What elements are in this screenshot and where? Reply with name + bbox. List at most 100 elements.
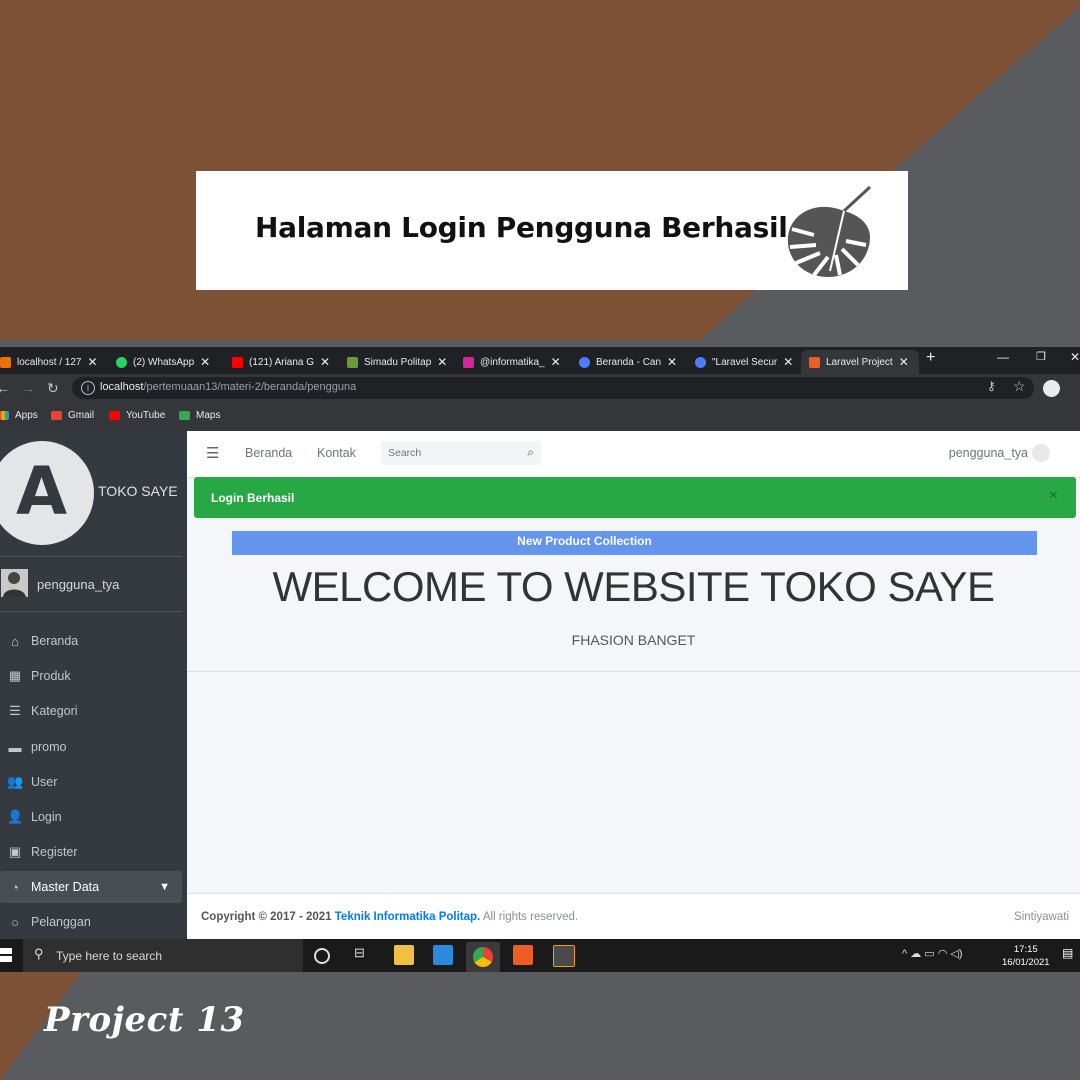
tab-favicon-icon [0, 356, 11, 368]
home-icon: ⌂ [11, 633, 19, 649]
instagram-icon [463, 356, 474, 368]
alert-text: Login Berhasil [211, 491, 295, 505]
file-explorer-icon[interactable] [394, 945, 414, 965]
sidebar-item-label: Pelanggan [31, 915, 91, 929]
list-icon: ☰ [9, 703, 21, 718]
menu-dots-icon[interactable]: ⋮ [1074, 379, 1080, 396]
circle-icon: ○ [11, 914, 19, 930]
sidebar-item-user[interactable]: 👥 User [0, 767, 182, 797]
grid-icon: ▦ [8, 668, 22, 683]
close-icon[interactable]: ✕ [783, 355, 793, 369]
search-icon: ⚲ [34, 946, 44, 961]
tab-label: (2) WhatsApp [133, 356, 195, 368]
footer-copyright: Copyright © 2017 - 2021 Teknik Informati… [201, 911, 578, 923]
divider [0, 611, 182, 612]
sidebar-item-promo[interactable]: ▬ promo [0, 732, 182, 762]
welcome-heading: WELCOME TO WEBSITE TOKO SAYE [272, 563, 995, 610]
tab-label: Beranda - Can [596, 356, 662, 368]
taskbar-search-input[interactable]: ⚲ Type here to search [23, 939, 303, 972]
account-name[interactable]: pengguna_tya [949, 446, 1028, 460]
sidebar-item-register[interactable]: ▣ Register [0, 837, 182, 867]
close-icon[interactable]: ✕ [899, 355, 909, 369]
reload-icon[interactable]: ↻ [47, 380, 59, 397]
sidebar-item-label: Kategori [31, 704, 78, 718]
copyright-text: Copyright © 2017 - 2021 [201, 911, 332, 923]
chrome-taskbar-item[interactable] [466, 942, 500, 972]
brand-name[interactable]: TOKO SAYE [98, 483, 178, 499]
sidebar-item-kategori[interactable]: ☰ Kategori [0, 696, 182, 726]
taskbar-clock[interactable]: 17:15 16/01/2021 [1002, 943, 1050, 969]
sidebar-item-master-data[interactable]: ◔ Master Data ▼ [0, 871, 182, 903]
nav-link-kontak[interactable]: Kontak [317, 446, 356, 460]
sidebar-item-beranda[interactable]: ⌂ Beranda [0, 626, 182, 656]
success-alert: Login Berhasil × [194, 477, 1076, 518]
forward-icon[interactable]: → [21, 380, 35, 396]
apps-icon [0, 411, 9, 420]
clock-time: 17:15 [1013, 944, 1038, 955]
close-icon[interactable]: ✕ [200, 355, 210, 369]
sidebar-item-label: User [31, 775, 58, 789]
close-icon[interactable]: ✕ [88, 355, 98, 369]
browser-tab[interactable]: @informatika_ ✕ [463, 350, 567, 374]
bookmark-gmail[interactable]: Gmail [51, 410, 94, 421]
info-icon[interactable]: i [81, 381, 95, 395]
close-icon[interactable]: ✕ [551, 355, 561, 369]
id-card-icon: ▣ [8, 844, 22, 859]
browser-tab-active[interactable]: Laravel Project ✕ [801, 350, 919, 374]
restore-icon[interactable]: ❐ [1036, 350, 1046, 363]
chrome-icon [473, 947, 493, 967]
search-input[interactable]: Search ⌕ [381, 441, 541, 465]
sidebar-item-label: Login [31, 810, 62, 824]
avatar[interactable] [1, 569, 28, 597]
notification-icon[interactable]: ▤ [1062, 947, 1073, 960]
tray-icons[interactable]: ^ ☁ ▭ ◠ ◁) [902, 948, 963, 961]
key-icon[interactable]: ⚷ [987, 379, 996, 393]
tab-label: Laravel Project [826, 356, 893, 368]
bookmark-maps[interactable]: Maps [179, 410, 220, 421]
title-banner: Halaman Login Pengguna Berhasil [196, 171, 908, 290]
task-view-icon[interactable]: ⊟ [354, 945, 374, 965]
browser-tab[interactable]: Simadu Politap ✕ [347, 350, 451, 374]
monstera-leaf-icon [787, 185, 872, 277]
footer-author: Sintiyawati [1014, 911, 1069, 923]
browser-tab[interactable]: Beranda - Can ✕ [579, 350, 683, 374]
sidebar-user-name[interactable]: pengguna_tya [37, 577, 119, 592]
close-icon[interactable]: × [1049, 487, 1058, 505]
bookmark-youtube[interactable]: YouTube [109, 410, 165, 421]
sidebar-item-login[interactable]: 👤 Login [0, 802, 182, 832]
close-window-icon[interactable]: ✕ [1070, 350, 1080, 364]
user-avatar-icon[interactable] [1032, 444, 1050, 462]
browser-tab[interactable]: "Laravel Secur ✕ [695, 350, 799, 374]
youtube-icon [232, 356, 243, 368]
nav-link-beranda[interactable]: Beranda [245, 446, 292, 460]
browser-tab[interactable]: localhost / 127 ✕ [0, 350, 104, 374]
cortana-icon[interactable] [314, 948, 330, 964]
bookmark-apps[interactable]: Apps [0, 410, 38, 421]
tab-bar: localhost / 127 ✕ (2) WhatsApp ✕ (121) Ari… [0, 347, 1080, 374]
sublime-text-icon[interactable] [553, 945, 575, 967]
logo-letter: A [16, 453, 68, 530]
close-icon[interactable]: ✕ [437, 355, 447, 369]
sidebar-item-label: Beranda [31, 634, 79, 648]
search-icon[interactable]: ⌕ [527, 445, 534, 460]
profile-icon[interactable] [1043, 380, 1060, 397]
sidebar-item-label: Master Data [31, 880, 100, 894]
close-icon[interactable]: ✕ [667, 355, 677, 369]
brand-logo[interactable]: A [0, 441, 94, 545]
browser-tab[interactable]: (121) Ariana G ✕ [232, 350, 336, 374]
star-icon[interactable]: ☆ [1013, 378, 1026, 395]
close-icon[interactable]: ✕ [320, 355, 330, 369]
address-bar[interactable]: i localhost/pertemuaan13/materi-2/berand… [72, 377, 1034, 399]
hamburger-icon[interactable]: ☰ [206, 444, 219, 462]
mail-icon[interactable] [433, 945, 453, 965]
sidebar-item-pelanggan[interactable]: ○ Pelanggan [0, 907, 182, 937]
back-icon[interactable]: ← [0, 380, 10, 396]
footer-link[interactable]: Teknik Informatika Politap. [335, 911, 481, 923]
xampp-icon [809, 356, 820, 368]
minimize-icon[interactable]: — [997, 350, 1009, 364]
windows-start-icon[interactable] [0, 948, 12, 962]
new-tab-icon[interactable]: + [926, 349, 935, 367]
xampp-icon[interactable] [513, 945, 533, 965]
browser-tab[interactable]: (2) WhatsApp ✕ [116, 350, 220, 374]
sidebar-item-produk[interactable]: ▦ Produk [0, 661, 182, 691]
